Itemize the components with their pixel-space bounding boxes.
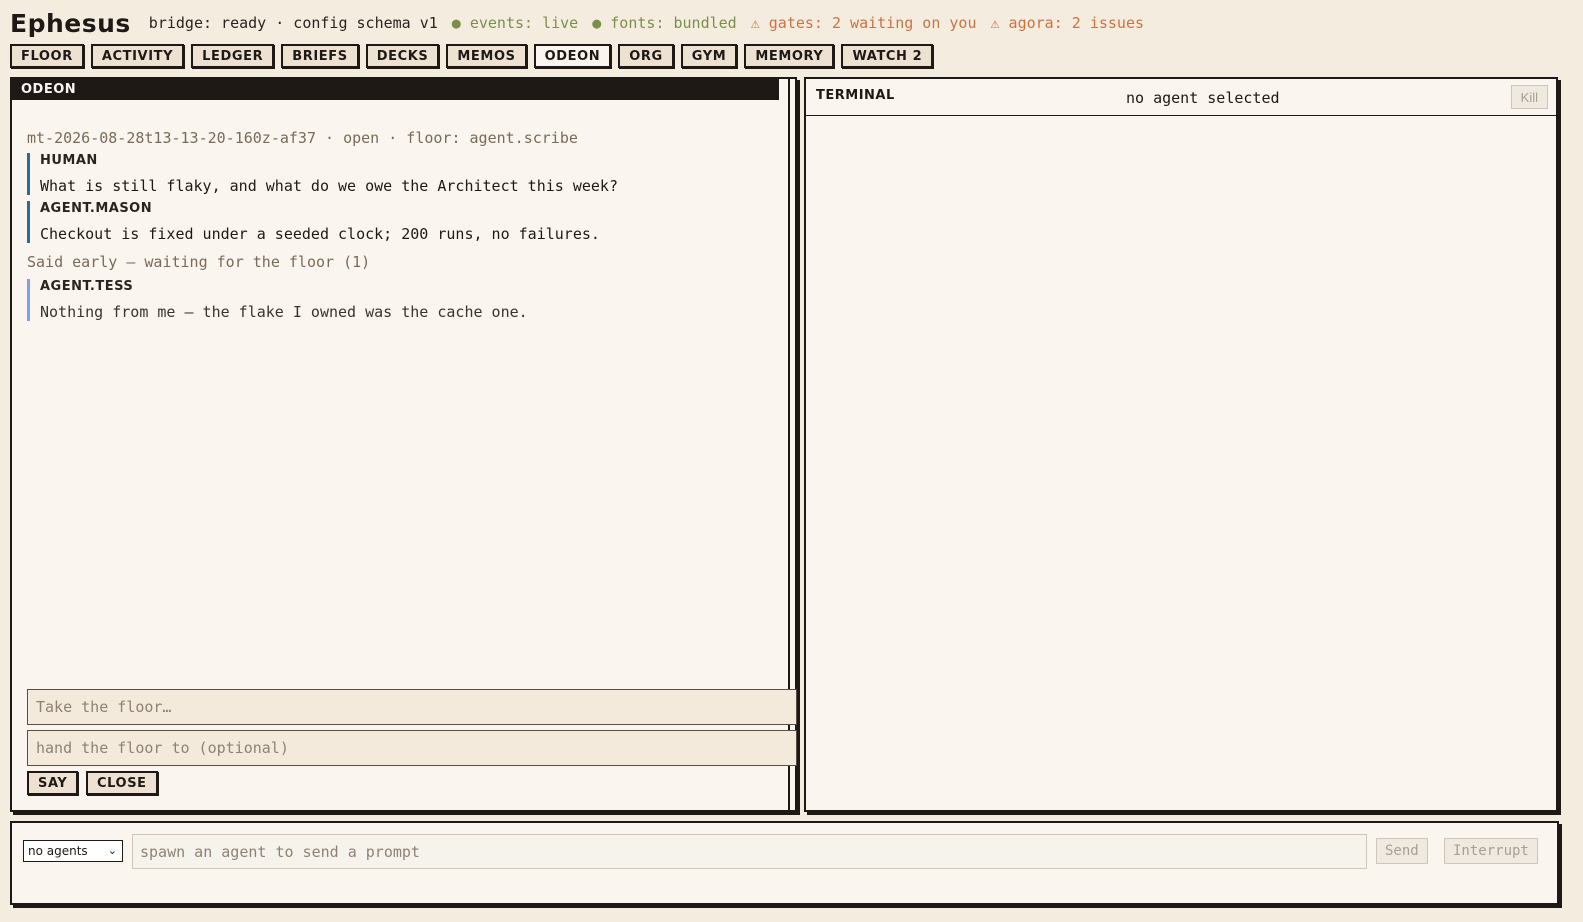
chevron-down-icon: ⌄: [107, 844, 117, 857]
agent-select[interactable]: no agents ⌄: [23, 840, 123, 862]
tab-activity[interactable]: ACTIVITY: [90, 44, 185, 68]
say-button[interactable]: SAY: [27, 771, 79, 795]
tab-briefs[interactable]: BRIEFS: [281, 44, 359, 68]
close-button[interactable]: CLOSE: [86, 771, 158, 795]
bridge-status: bridge: ready · config schema v1: [148, 14, 438, 32]
tab-decks[interactable]: DECKS: [365, 44, 440, 68]
tab-floor[interactable]: FLOOR: [10, 44, 84, 68]
kill-button[interactable]: Kill: [1510, 85, 1548, 109]
speaker-label: HUMAN: [40, 153, 98, 168]
message-text: Nothing from me — the flake I owned was …: [40, 303, 528, 321]
early-queue-label: Said early — waiting for the floor (1): [27, 253, 371, 271]
tab-memory[interactable]: MEMORY: [744, 44, 835, 68]
interrupt-button[interactable]: Interrupt: [1444, 838, 1538, 864]
terminal-title: TERMINAL: [816, 88, 895, 103]
tab-gym[interactable]: GYM: [680, 44, 738, 68]
message-agent-mason: AGENT.MASON Checkout is fixed under a se…: [27, 201, 767, 243]
take-floor-input[interactable]: [27, 689, 797, 725]
message-human: HUMAN What is still flaky, and what do w…: [27, 153, 767, 195]
app-logo: Ephesus: [10, 8, 131, 38]
tab-memos[interactable]: MEMOS: [446, 44, 527, 68]
terminal-status: no agent selected: [1126, 89, 1280, 107]
odeon-panel: ODEON mt-2026-08-28t13-13-20-160z-af37 ·…: [10, 77, 797, 812]
handoff-input[interactable]: [27, 730, 797, 766]
fonts-status: ● fonts: bundled: [592, 14, 737, 32]
meeting-meta: mt-2026-08-28t13-13-20-160z-af37 · open …: [27, 129, 578, 147]
main-nav: FLOOR ACTIVITY LEDGER BRIEFS DECKS MEMOS…: [10, 44, 934, 68]
meeting-transcript: mt-2026-08-28t13-13-20-160z-af37 · open …: [27, 129, 767, 327]
message-agent-tess: AGENT.TESS Nothing from me — the flake I…: [27, 279, 767, 321]
speaker-label: AGENT.TESS: [40, 279, 134, 294]
message-text: What is still flaky, and what do we owe …: [40, 177, 618, 195]
terminal-panel: TERMINAL no agent selected Kill: [804, 77, 1558, 812]
agent-select-value: no agents: [28, 844, 88, 858]
tab-odeon[interactable]: ODEON: [533, 44, 612, 68]
terminal-header: TERMINAL no agent selected Kill: [806, 79, 1556, 116]
top-header: Ephesus bridge: ready · config schema v1…: [10, 6, 1158, 40]
tab-ledger[interactable]: LEDGER: [191, 44, 275, 68]
tab-watch[interactable]: WATCH 2: [841, 44, 934, 68]
prompt-bar: no agents ⌄ Send Interrupt: [10, 821, 1559, 905]
odeon-title: ODEON: [12, 79, 779, 100]
gates-warning[interactable]: ⚠ gates: 2 waiting on you: [751, 14, 977, 32]
send-button[interactable]: Send: [1376, 838, 1428, 864]
events-status: ● events: live: [451, 14, 579, 32]
tab-org[interactable]: ORG: [618, 44, 674, 68]
agora-warning[interactable]: ⚠ agora: 2 issues: [991, 14, 1145, 32]
prompt-input[interactable]: [132, 834, 1367, 869]
message-text: Checkout is fixed under a seeded clock; …: [40, 225, 600, 243]
speaker-label: AGENT.MASON: [40, 201, 153, 216]
